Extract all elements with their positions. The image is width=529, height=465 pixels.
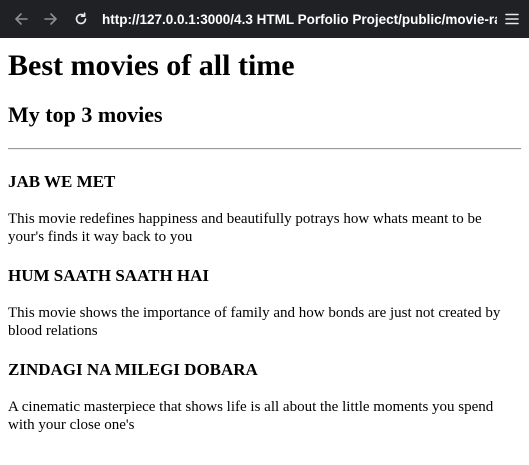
divider [8,148,521,150]
page-subtitle: My top 3 movies [8,102,163,127]
page-content: Best movies of all time My top 3 movies … [0,49,529,434]
movie-title-2: HUM SAATH SAATH HAI [8,266,210,285]
movie-title-3: ZINDAGI NA MILEGI DOBARA [8,360,258,379]
reload-icon [75,12,87,25]
reload-button[interactable] [72,10,90,28]
movie-title-1: JAB WE MET [8,172,116,191]
page-title: Best movies of all time [8,49,295,82]
arrow-right-icon [44,13,57,25]
hamburger-menu-icon [505,13,519,25]
arrow-left-icon [15,13,28,25]
movie-description-1: This movie redefines happiness and beaut… [8,211,482,245]
browser-toolbar: http://127.0.0.1:3000/4.3 HTML Porfolio … [0,0,529,38]
menu-button[interactable] [503,10,521,28]
movie-description-3: A cinematic masterpiece that shows life … [8,399,494,433]
back-button[interactable] [12,10,30,28]
address-bar[interactable]: http://127.0.0.1:3000/4.3 HTML Porfolio … [102,12,497,27]
forward-button[interactable] [42,10,60,28]
movie-description-2: This movie shows the importance of famil… [8,305,501,339]
